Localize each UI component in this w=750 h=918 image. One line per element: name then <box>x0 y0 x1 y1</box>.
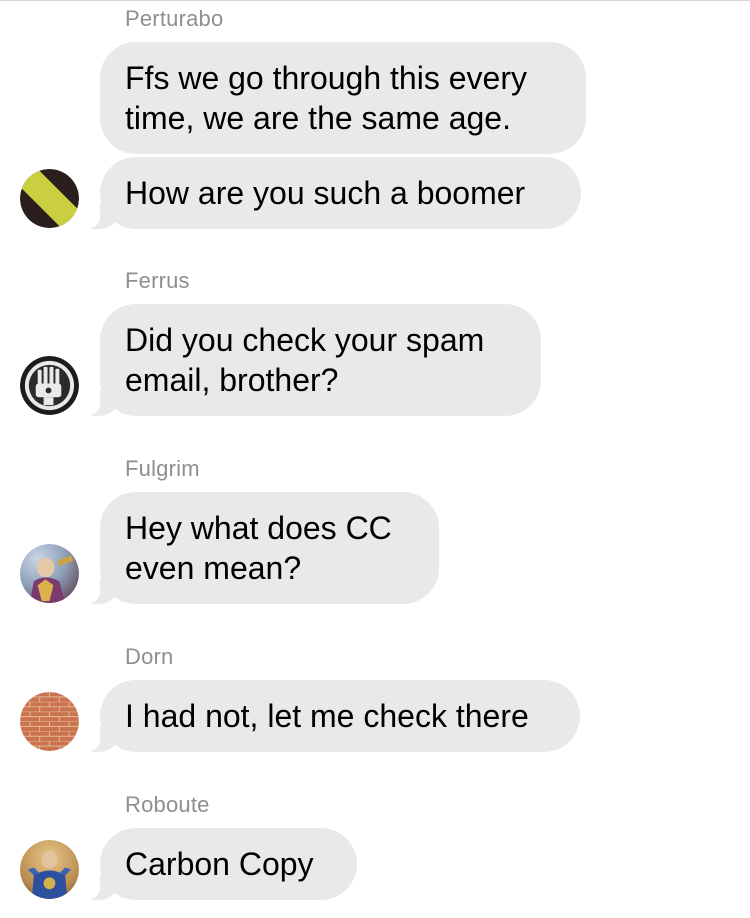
message-bubble[interactable]: Ffs we go through this every time, we ar… <box>100 42 586 154</box>
sender-name-perturabo: Perturabo <box>125 6 224 31</box>
message-text: Hey what does CC even mean? <box>125 508 411 588</box>
message-text: Did you check your spam email, brother? <box>125 320 513 400</box>
message-text: Carbon Copy <box>125 846 314 882</box>
sender-name-fulgrim: Fulgrim <box>125 456 200 481</box>
message-line: Did you check your spam <box>125 322 485 358</box>
message-text: How are you such a boomer <box>125 175 526 211</box>
top-divider <box>0 0 750 1</box>
message-bubble[interactable]: Did you check your spam email, brother? <box>74 304 541 416</box>
message-bubble[interactable]: How are you such a boomer <box>74 157 581 229</box>
message-line: even mean? <box>125 550 302 586</box>
message-bubble[interactable]: Carbon Copy <box>74 828 357 900</box>
message-bubble[interactable]: I had not, let me check there <box>74 680 580 752</box>
sender-name-roboute: Roboute <box>125 792 210 817</box>
armored-figure-avatar-icon[interactable] <box>20 544 79 603</box>
blue-armored-figure-avatar-icon[interactable] <box>20 840 79 899</box>
iron-hand-cog-avatar-icon[interactable] <box>20 356 79 415</box>
message-line: Ffs we go through this every <box>125 60 527 96</box>
message-line: email, brother? <box>125 362 339 398</box>
message-text: I had not, let me check there <box>125 698 529 734</box>
sender-name-dorn: Dorn <box>125 644 174 669</box>
striped-hazard-avatar-icon[interactable] <box>20 169 79 228</box>
message-line: Hey what does CC <box>125 510 392 546</box>
sender-name-ferrus: Ferrus <box>125 268 190 293</box>
message-text: Ffs we go through this every time, we ar… <box>125 58 558 138</box>
message-line: time, we are the same age. <box>125 100 511 136</box>
brick-wall-avatar-icon[interactable] <box>20 692 79 751</box>
message-bubble[interactable]: Hey what does CC even mean? <box>74 492 439 604</box>
